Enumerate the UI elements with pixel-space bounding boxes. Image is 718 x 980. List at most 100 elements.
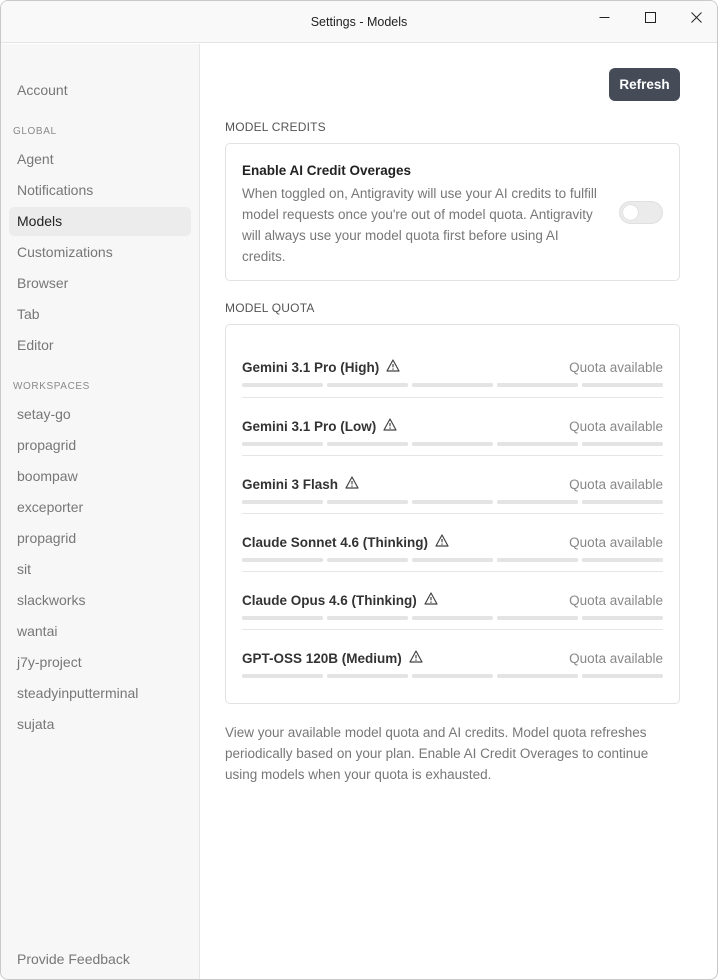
close-button[interactable] bbox=[673, 1, 717, 33]
quota-bar-segment bbox=[242, 500, 323, 504]
quota-status: Quota available bbox=[569, 419, 663, 434]
quota-bar-fill bbox=[582, 442, 663, 446]
quota-bar-fill bbox=[412, 500, 493, 504]
quota-bar-fill bbox=[497, 383, 578, 387]
model-name-label: Claude Sonnet 4.6 (Thinking) bbox=[242, 534, 429, 550]
quota-bar-segment bbox=[242, 442, 323, 446]
quota-bar-fill bbox=[412, 674, 493, 678]
workspace-item[interactable]: setay-go bbox=[9, 400, 191, 429]
quota-bar-segment bbox=[327, 558, 408, 562]
quota-bar-segment bbox=[582, 442, 663, 446]
warning-triangle-icon[interactable] bbox=[424, 592, 438, 608]
quota-bar-segment bbox=[242, 616, 323, 620]
quota-bar-fill bbox=[412, 442, 493, 446]
sidebar-item-notifications[interactable]: Notifications bbox=[9, 176, 191, 205]
quota-status: Quota available bbox=[569, 360, 663, 375]
workspace-item[interactable]: sit bbox=[9, 555, 191, 584]
model-name-label: Claude Opus 4.6 (Thinking) bbox=[242, 592, 417, 608]
model-quota-card: Gemini 3.1 Pro (High) Quota available Gemi… bbox=[225, 324, 680, 704]
quota-bar-fill bbox=[242, 500, 323, 504]
settings-window: Settings - Models Account GLOBAL Agent No… bbox=[0, 0, 718, 980]
quota-status: Quota available bbox=[569, 651, 663, 666]
sidebar: Account GLOBAL Agent Notifications Models C… bbox=[1, 44, 200, 979]
credit-overages-description: When toggled on, Antigravity will use yo… bbox=[242, 186, 597, 264]
quota-bar-fill bbox=[497, 558, 578, 562]
model-name-label: Gemini 3.1 Pro (Low) bbox=[242, 418, 377, 434]
quota-bar-fill bbox=[327, 383, 408, 387]
quota-bar-segment bbox=[327, 500, 408, 504]
quota-bar-fill bbox=[242, 616, 323, 620]
maximize-button[interactable] bbox=[627, 1, 673, 33]
warning-triangle-icon[interactable] bbox=[409, 650, 423, 666]
workspace-item[interactable]: exceporter bbox=[9, 493, 191, 522]
quota-bar-fill bbox=[242, 674, 323, 678]
model-credits-heading: MODEL CREDITS bbox=[225, 120, 326, 134]
model-name: Claude Opus 4.6 (Thinking) bbox=[242, 592, 438, 608]
quota-bar-segment bbox=[497, 558, 578, 562]
workspace-item[interactable]: j7y-project bbox=[9, 648, 191, 677]
credit-overages-toggle[interactable] bbox=[619, 201, 663, 224]
sidebar-item-editor[interactable]: Editor bbox=[9, 331, 191, 360]
workspace-item[interactable]: boompaw bbox=[9, 462, 191, 491]
quota-row: Claude Sonnet 4.6 (Thinking) Quota availa… bbox=[242, 513, 663, 571]
model-name: Gemini 3.1 Pro (Low) bbox=[242, 418, 397, 434]
quota-bar-segment bbox=[497, 500, 578, 504]
provide-feedback-link[interactable]: Provide Feedback bbox=[17, 951, 130, 967]
workspace-item[interactable]: slackworks bbox=[9, 586, 191, 615]
quota-bar-segment bbox=[497, 383, 578, 387]
quota-bar bbox=[242, 616, 663, 620]
quota-bar-fill bbox=[412, 558, 493, 562]
quota-bar-fill bbox=[497, 442, 578, 446]
quota-bar-segment bbox=[242, 383, 323, 387]
sidebar-item-customizations[interactable]: Customizations bbox=[9, 238, 191, 267]
quota-bar-fill bbox=[242, 383, 323, 387]
quota-bar-segment bbox=[582, 674, 663, 678]
quota-bar-fill bbox=[582, 674, 663, 678]
warning-triangle-icon[interactable] bbox=[386, 359, 400, 375]
quota-row: GPT-OSS 120B (Medium) Quota available bbox=[242, 629, 663, 687]
global-section-label: GLOBAL bbox=[13, 126, 57, 137]
credit-overages-title: Enable AI Credit Overages bbox=[242, 163, 412, 178]
sidebar-item-browser[interactable]: Browser bbox=[9, 269, 191, 298]
quota-bar-fill bbox=[582, 616, 663, 620]
sidebar-item-models[interactable]: Models bbox=[9, 207, 191, 236]
quota-row: Gemini 3 Flash Quota available bbox=[242, 455, 663, 513]
workspace-item[interactable]: steadyinputterminal bbox=[9, 679, 191, 708]
quota-row: Gemini 3.1 Pro (Low) Quota available bbox=[242, 397, 663, 455]
workspace-item[interactable]: wantai bbox=[9, 617, 191, 646]
workspace-item[interactable]: sujata bbox=[9, 710, 191, 739]
refresh-button[interactable]: Refresh bbox=[609, 68, 680, 101]
quota-bar bbox=[242, 558, 663, 562]
sidebar-item-agent[interactable]: Agent bbox=[9, 145, 191, 174]
warning-triangle-icon[interactable] bbox=[383, 418, 397, 434]
model-name: Gemini 3.1 Pro (High) bbox=[242, 359, 400, 375]
quota-bar-segment bbox=[582, 383, 663, 387]
quota-bar-fill bbox=[327, 500, 408, 504]
quota-bar-segment bbox=[242, 558, 323, 562]
warning-triangle-icon[interactable] bbox=[435, 534, 449, 550]
quota-bar-segment bbox=[327, 616, 408, 620]
quota-bar-segment bbox=[497, 616, 578, 620]
model-name: Claude Sonnet 4.6 (Thinking) bbox=[242, 534, 449, 550]
quota-bar-segment bbox=[412, 383, 493, 387]
quota-bar-fill bbox=[582, 500, 663, 504]
quota-bar bbox=[242, 674, 663, 678]
minimize-button[interactable] bbox=[581, 1, 627, 33]
quota-row: Gemini 3.1 Pro (High) Quota available bbox=[242, 339, 663, 397]
quota-bar-fill bbox=[497, 674, 578, 678]
quota-bar-segment bbox=[582, 558, 663, 562]
quota-bar-segment bbox=[497, 442, 578, 446]
quota-bar bbox=[242, 442, 663, 446]
maximize-icon bbox=[644, 11, 656, 23]
quota-bar-fill bbox=[327, 558, 408, 562]
quota-bar-segment bbox=[412, 674, 493, 678]
warning-triangle-icon[interactable] bbox=[345, 476, 359, 492]
credit-overages-card: Enable AI Credit Overages When toggled o… bbox=[225, 143, 680, 281]
sidebar-item-account[interactable]: Account bbox=[9, 76, 191, 105]
minimize-icon bbox=[599, 16, 609, 18]
quota-bar-segment bbox=[327, 674, 408, 678]
workspace-item[interactable]: propagrid bbox=[9, 524, 191, 553]
quota-bar-segment bbox=[242, 674, 323, 678]
workspace-item[interactable]: propagrid bbox=[9, 431, 191, 460]
sidebar-item-tab[interactable]: Tab bbox=[9, 300, 191, 329]
